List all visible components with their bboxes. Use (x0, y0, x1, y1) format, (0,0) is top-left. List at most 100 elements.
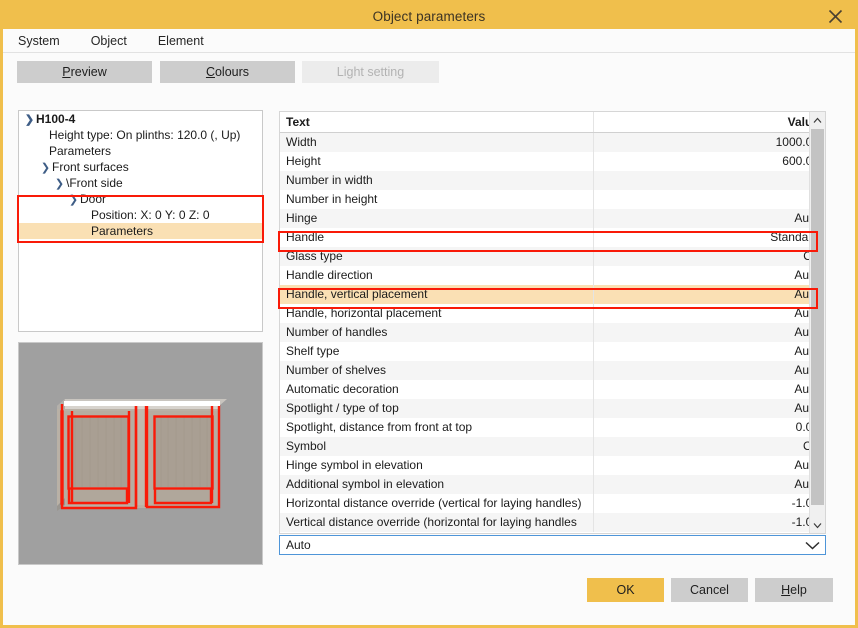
column-header-text[interactable]: Text (280, 112, 593, 132)
chevron-up-icon[interactable] (810, 112, 825, 128)
help-button[interactable]: Help (755, 578, 833, 602)
table-cell-value: 1000.00 (593, 133, 825, 152)
table-row[interactable]: Spotlight, distance from front at top0.0… (280, 418, 825, 437)
table-row[interactable]: Handle, vertical placementAuto (280, 285, 825, 304)
table-row[interactable]: Number in height1 (280, 190, 825, 209)
tab-preview[interactable]: Preview (17, 61, 152, 83)
value-dropdown[interactable]: Auto (279, 535, 826, 555)
tree-item-label: H100-4 (36, 112, 75, 126)
table-row[interactable]: Width1000.00 (280, 133, 825, 152)
chevron-down-icon[interactable]: ❯ (23, 112, 36, 128)
table-cell-value: 1 (593, 190, 825, 209)
table-row[interactable]: SymbolOn (280, 437, 825, 456)
menu-item-object[interactable]: Object (90, 32, 128, 50)
parameter-table[interactable]: Text Value Width1000.00Height600.00Numbe… (279, 111, 826, 534)
tree-item-label: Front surfaces (52, 160, 129, 174)
table-cell-text: Height (280, 152, 593, 171)
tree-item-height-type[interactable]: Height type: On plinths: 120.0 (, Up) (19, 127, 262, 143)
table-cell-value: 0.00 (593, 418, 825, 437)
table-row[interactable]: Number of handlesAuto (280, 323, 825, 342)
table-row[interactable]: Handle directionAuto (280, 266, 825, 285)
table-cell-text: Number of shelves (280, 361, 593, 380)
tab-light-setting: Light setting (302, 61, 439, 83)
table-cell-text: Spotlight / type of top (280, 399, 593, 418)
table-cell-value: On (593, 437, 825, 456)
chevron-down-icon[interactable] (799, 541, 825, 550)
table-cell-text: Symbol (280, 437, 593, 456)
table-cell-text: Vertical distance override (horizontal f… (280, 513, 593, 532)
footer: OK Cancel Help (3, 565, 855, 625)
menu-item-system[interactable]: System (17, 32, 61, 50)
object-tree[interactable]: ❯H100-4 Height type: On plinths: 120.0 (… (18, 110, 263, 332)
tree-item-h100-4[interactable]: ❯H100-4 (19, 111, 262, 127)
window-title: Object parameters (373, 9, 486, 24)
table-row[interactable]: HandleStandard (280, 228, 825, 247)
table-cell-value: Auto (593, 361, 825, 380)
table-cell-value: Auto (593, 380, 825, 399)
cabinet-3d-preview[interactable] (18, 342, 263, 565)
tree-item-door[interactable]: ❯Door (19, 191, 262, 207)
table-cell-value: Auto (593, 399, 825, 418)
titlebar: Object parameters (3, 3, 855, 29)
table-cell-text: Automatic decoration (280, 380, 593, 399)
value-dropdown-value: Auto (280, 538, 799, 552)
table-row[interactable]: Horizontal distance override (vertical f… (280, 494, 825, 513)
table-cell-value: Auto (593, 209, 825, 228)
chevron-down-icon[interactable]: ❯ (53, 176, 66, 192)
tree-item-label: Door (80, 192, 106, 206)
table-cell-value: Off (593, 247, 825, 266)
table-row[interactable]: Shelf typeAuto (280, 342, 825, 361)
view-mode-buttons: Preview Colours Light setting (3, 61, 855, 87)
chevron-down-icon[interactable] (810, 517, 825, 533)
table-row[interactable]: Vertical distance override (horizontal f… (280, 513, 825, 532)
table-row[interactable]: Number in width2 (280, 171, 825, 190)
table-cell-text: Handle (280, 228, 593, 247)
tree-item-front-surfaces[interactable]: ❯Front surfaces (19, 159, 262, 175)
object-parameters-window: Object parameters System Object Element … (0, 0, 858, 628)
cancel-button-label: Cancel (690, 583, 729, 597)
tree-item-position[interactable]: Position: X: 0 Y: 0 Z: 0 (19, 207, 262, 223)
chevron-down-icon[interactable]: ❯ (39, 160, 52, 176)
menubar: System Object Element (3, 29, 855, 53)
table-cell-text: Spotlight, distance from front at top (280, 418, 593, 437)
ok-button-label: OK (616, 583, 634, 597)
ok-button[interactable]: OK (587, 578, 664, 602)
table-cell-text: Additional symbol in elevation (280, 475, 593, 494)
table-body: Width1000.00Height600.00Number in width2… (280, 133, 825, 532)
table-cell-value: -1.00 (593, 513, 825, 532)
tree-item-door-parameters[interactable]: Parameters (19, 223, 262, 239)
tab-light-setting-label: Light setting (337, 65, 404, 79)
cancel-button[interactable]: Cancel (671, 578, 748, 602)
table-cell-text: Hinge (280, 209, 593, 228)
table-cell-value: Auto (593, 304, 825, 323)
table-row[interactable]: Height600.00 (280, 152, 825, 171)
chevron-down-icon[interactable]: ❯ (67, 192, 80, 208)
table-row[interactable]: Hinge symbol in elevationAuto (280, 456, 825, 475)
tree-item-parameters-root[interactable]: Parameters (19, 143, 262, 159)
table-cell-text: Handle, horizontal placement (280, 304, 593, 323)
table-vertical-scrollbar[interactable] (809, 112, 825, 533)
table-cell-value: Auto (593, 456, 825, 475)
tree-item-label: Height type: On plinths: 120.0 (, Up) (49, 128, 240, 142)
table-row[interactable]: Number of shelvesAuto (280, 361, 825, 380)
tree-item-front-side[interactable]: ❯\Front side (19, 175, 262, 191)
column-header-value[interactable]: Value (593, 112, 825, 132)
tree-item-label: Parameters (91, 224, 153, 238)
menu-item-element[interactable]: Element (157, 32, 205, 50)
table-cell-text: Width (280, 133, 593, 152)
table-row[interactable]: Automatic decorationAuto (280, 380, 825, 399)
table-row[interactable]: Glass typeOff (280, 247, 825, 266)
table-cell-text: Hinge symbol in elevation (280, 456, 593, 475)
close-icon[interactable] (819, 4, 851, 28)
table-cell-value: Auto (593, 285, 825, 304)
scrollbar-thumb[interactable] (811, 129, 824, 505)
table-row[interactable]: Spotlight / type of topAuto (280, 399, 825, 418)
table-cell-text: Handle direction (280, 266, 593, 285)
table-row[interactable]: Handle, horizontal placementAuto (280, 304, 825, 323)
table-cell-text: Number in height (280, 190, 593, 209)
table-row[interactable]: Additional symbol in elevationAuto (280, 475, 825, 494)
tree-item-label: Parameters (49, 144, 111, 158)
table-cell-value: 600.00 (593, 152, 825, 171)
tab-colours[interactable]: Colours (160, 61, 295, 83)
table-row[interactable]: HingeAuto (280, 209, 825, 228)
